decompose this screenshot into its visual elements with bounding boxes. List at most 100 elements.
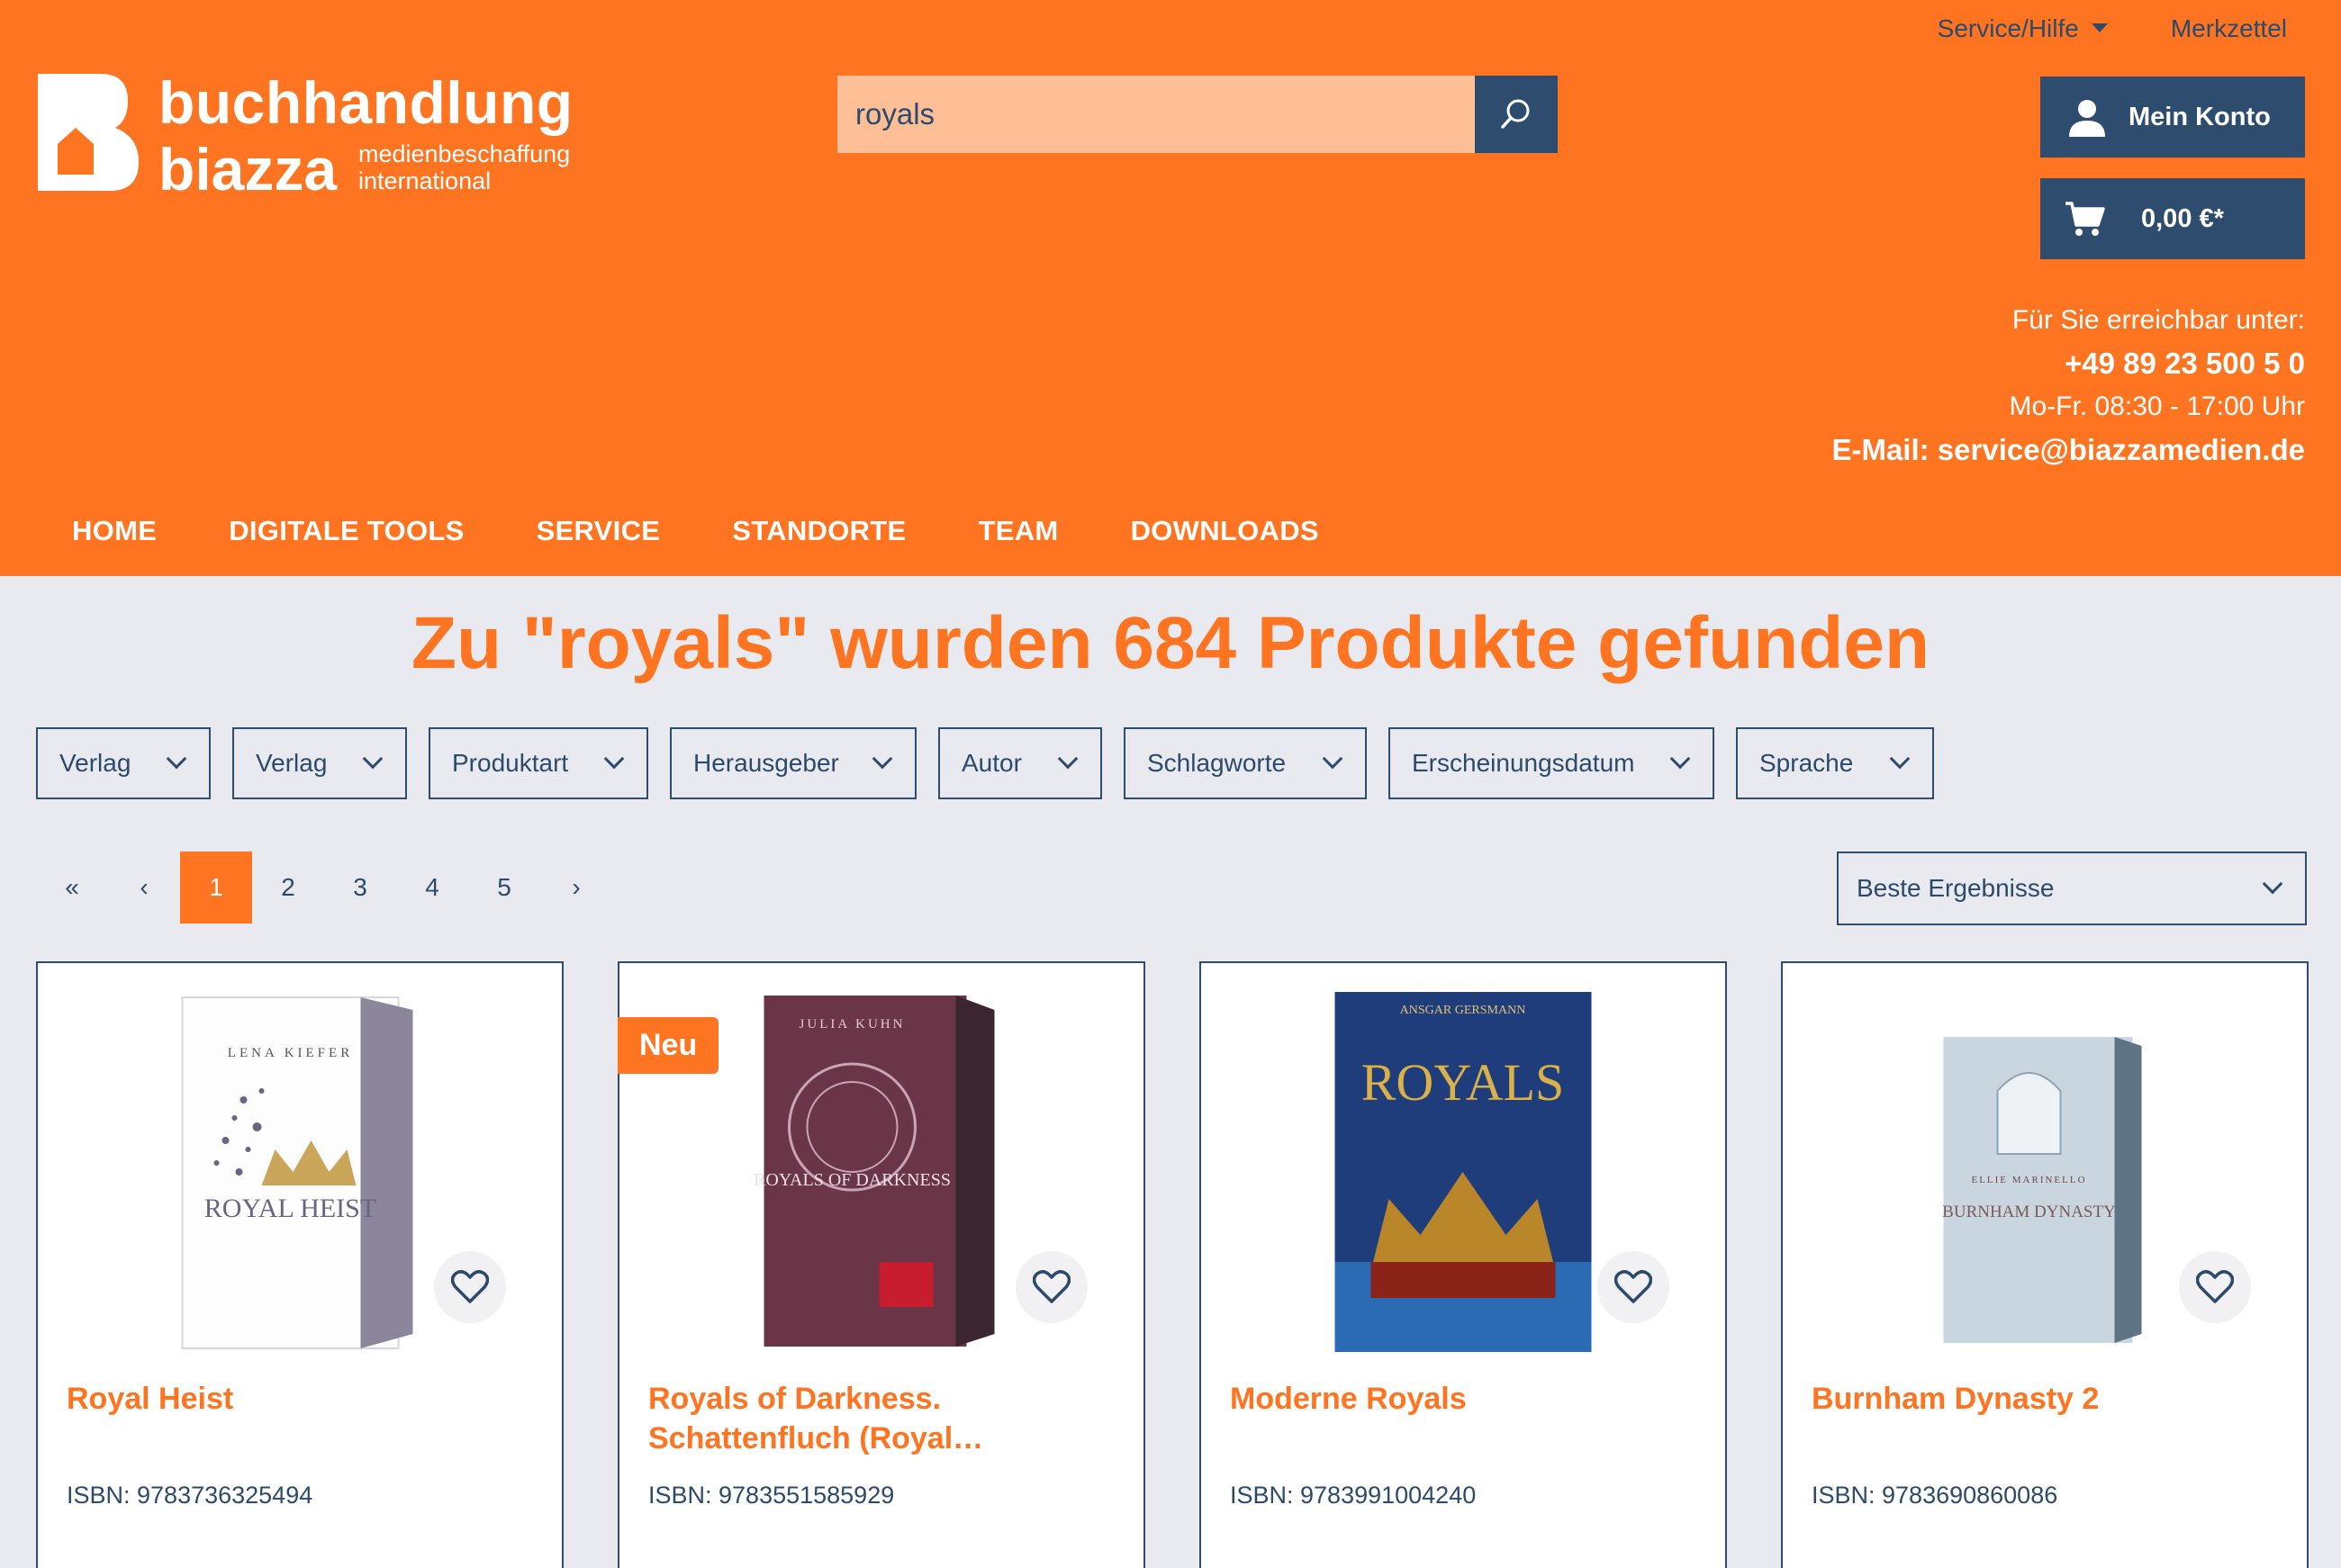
pagination-prev-button[interactable]: ‹ [108,852,180,924]
product-title[interactable]: Burnham Dynasty 2 [1812,1379,2280,1419]
book-cover-title: ROYALS [1361,1053,1565,1112]
filter-produktart[interactable]: Produktart [429,727,648,799]
chevron-down-icon [1322,748,1343,770]
sort-selected-label: Beste Ergebnisse [1857,874,2055,902]
book-cover-title: ROYAL HEIST [204,1194,376,1223]
nav-home[interactable]: HOME [72,515,157,547]
cart-icon [2065,202,2105,236]
wishlist-link[interactable]: Merkzettel [2171,14,2287,43]
product-grid: LENA KIEFER ROYAL HEIST Royal Heist ISBN… [36,961,2309,1568]
filter-autor[interactable]: Autor [938,727,1102,799]
service-help-link[interactable]: Service/Hilfe [1938,14,2108,43]
main-nav: HOME DIGITALE TOOLS SERVICE STANDORTE TE… [72,515,1319,547]
cart-button[interactable]: 0,00 €* [2040,178,2305,259]
pagination-next-button[interactable]: › [540,852,612,924]
account-button[interactable]: Mein Konto [2040,77,2305,158]
logo-word-buchhandlung: buchhandlung [158,69,574,136]
filter-verlag-2[interactable]: Verlag [232,727,407,799]
contact-phone[interactable]: +49 89 23 500 5 0 [1831,342,2305,385]
chevron-down-icon [1889,748,1911,770]
product-isbn: ISBN: 9783690860086 [1812,1482,2058,1509]
book-cover-author: ELLIE MARINELLO [1971,1175,2086,1185]
account-label: Mein Konto [2129,102,2271,131]
chevron-down-icon [603,748,625,770]
product-isbn: ISBN: 9783736325494 [67,1482,313,1509]
pagination: « ‹ 1 2 3 4 5 › [36,852,612,924]
pagination-first-button[interactable]: « [36,852,108,924]
chevron-down-icon [362,748,384,770]
wishlist-button[interactable] [1016,1251,1088,1323]
nav-standorte[interactable]: STANDORTE [732,515,906,547]
book-cover-author: JULIA KUHN [800,1017,906,1032]
book-cover-image[interactable]: ELLIE MARINELLO BURNHAM DYNASTY [1917,992,2174,1352]
top-bar: Service/Hilfe Merkzettel [1938,14,2287,43]
filter-label: Erscheinungsdatum [1412,749,1635,777]
heart-icon [1614,1270,1652,1303]
product-card[interactable]: ELLIE MARINELLO BURNHAM DYNASTY Burnham … [1781,961,2309,1568]
search-input[interactable] [837,76,1475,153]
product-isbn: ISBN: 9783991004240 [1230,1482,1477,1509]
filter-schlagworte[interactable]: Schlagworte [1124,727,1367,799]
nav-digitale-tools[interactable]: DIGITALE TOOLS [229,515,464,547]
contact-hours: Mo-Fr. 08:30 - 17:00 Uhr [2009,392,2305,421]
contact-email[interactable]: E-Mail: service@biazzamedien.de [1831,428,2305,472]
filter-label: Verlag [59,749,131,777]
book-cover-title: ROYALS OF DARKNESS [754,1170,951,1190]
filter-sprache[interactable]: Sprache [1736,727,1934,799]
product-card[interactable]: ANSGAR GERSMANN ROYALS Moderne Royals IS… [1199,961,1727,1568]
heart-icon [1033,1270,1071,1303]
wishlist-button[interactable] [2179,1251,2251,1323]
pagination-page-3[interactable]: 3 [324,852,396,924]
filter-label: Herausgeber [693,749,839,777]
chevron-down-icon [1669,748,1691,770]
book-cover-author: LENA KIEFER [228,1046,353,1060]
nav-service[interactable]: SERVICE [537,515,661,547]
filter-label: Schlagworte [1147,749,1287,777]
sort-select[interactable]: Beste Ergebnisse [1837,852,2307,925]
nav-team[interactable]: TEAM [979,515,1059,547]
nav-downloads[interactable]: DOWNLOADS [1131,515,1319,547]
results-heading: Zu "royals" wurden 684 Produkte gefunden [411,602,1930,684]
pagination-page-1[interactable]: 1 [180,852,252,924]
product-card[interactable]: LENA KIEFER ROYAL HEIST Royal Heist ISBN… [36,961,564,1568]
product-card[interactable]: JULIA KUHN ROYALS OF DARKNESS Neu Royals… [618,961,1145,1568]
logo-subtitle: medienbeschaffung international [358,140,570,194]
pagination-page-2[interactable]: 2 [252,852,324,924]
chevron-down-icon [872,748,893,770]
chevron-down-icon [2262,873,2283,895]
filter-label: Sprache [1759,749,1854,777]
logo-mark-icon [38,74,139,191]
filter-verlag[interactable]: Verlag [36,727,211,799]
product-title[interactable]: Royal Heist [67,1379,535,1419]
search-icon [1501,99,1530,129]
user-icon [2069,100,2105,137]
filter-herausgeber[interactable]: Herausgeber [670,727,917,799]
logo[interactable]: buchhandlung biazza medienbeschaffung in… [38,69,605,203]
wishlist-button[interactable] [1597,1251,1669,1323]
pagination-page-4[interactable]: 4 [396,852,468,924]
heart-icon [451,1270,489,1303]
book-cover-image[interactable]: JULIA KUHN ROYALS OF DARKNESS [754,992,1010,1352]
product-title[interactable]: Moderne Royals [1230,1379,1698,1419]
pagination-page-5[interactable]: 5 [468,852,540,924]
new-badge: Neu [618,1017,719,1074]
logo-subtitle-line1: medienbeschaffung [358,140,571,167]
service-help-label: Service/Hilfe [1937,14,2079,42]
product-title[interactable]: Royals of Darkness. Schattenfluch (Royal… [648,1379,1116,1458]
contact-info: Für Sie erreichbar unter: +49 89 23 500 … [1831,299,2305,472]
cart-total: 0,00 €* [2141,203,2224,233]
heart-icon [2196,1270,2234,1303]
book-cover-image[interactable]: LENA KIEFER ROYAL HEIST [172,992,429,1352]
filter-label: Verlag [256,749,328,777]
caret-down-icon [2091,23,2108,32]
book-cover-image[interactable]: ANSGAR GERSMANN ROYALS [1334,992,1592,1352]
wishlist-button[interactable] [434,1251,506,1323]
filter-bar: Verlag Verlag Produktart Herausgeber Aut… [36,727,1956,799]
product-isbn: ISBN: 9783551585929 [648,1482,895,1509]
contact-intro: Für Sie erreichbar unter: [2011,305,2305,335]
site-header: Service/Hilfe Merkzettel buchhandlung bi… [0,0,2341,576]
filter-erscheinungsdatum[interactable]: Erscheinungsdatum [1388,727,1714,799]
logo-word-biazza: biazza [158,136,338,203]
search-button[interactable] [1475,76,1558,153]
search-bar [837,76,1558,153]
